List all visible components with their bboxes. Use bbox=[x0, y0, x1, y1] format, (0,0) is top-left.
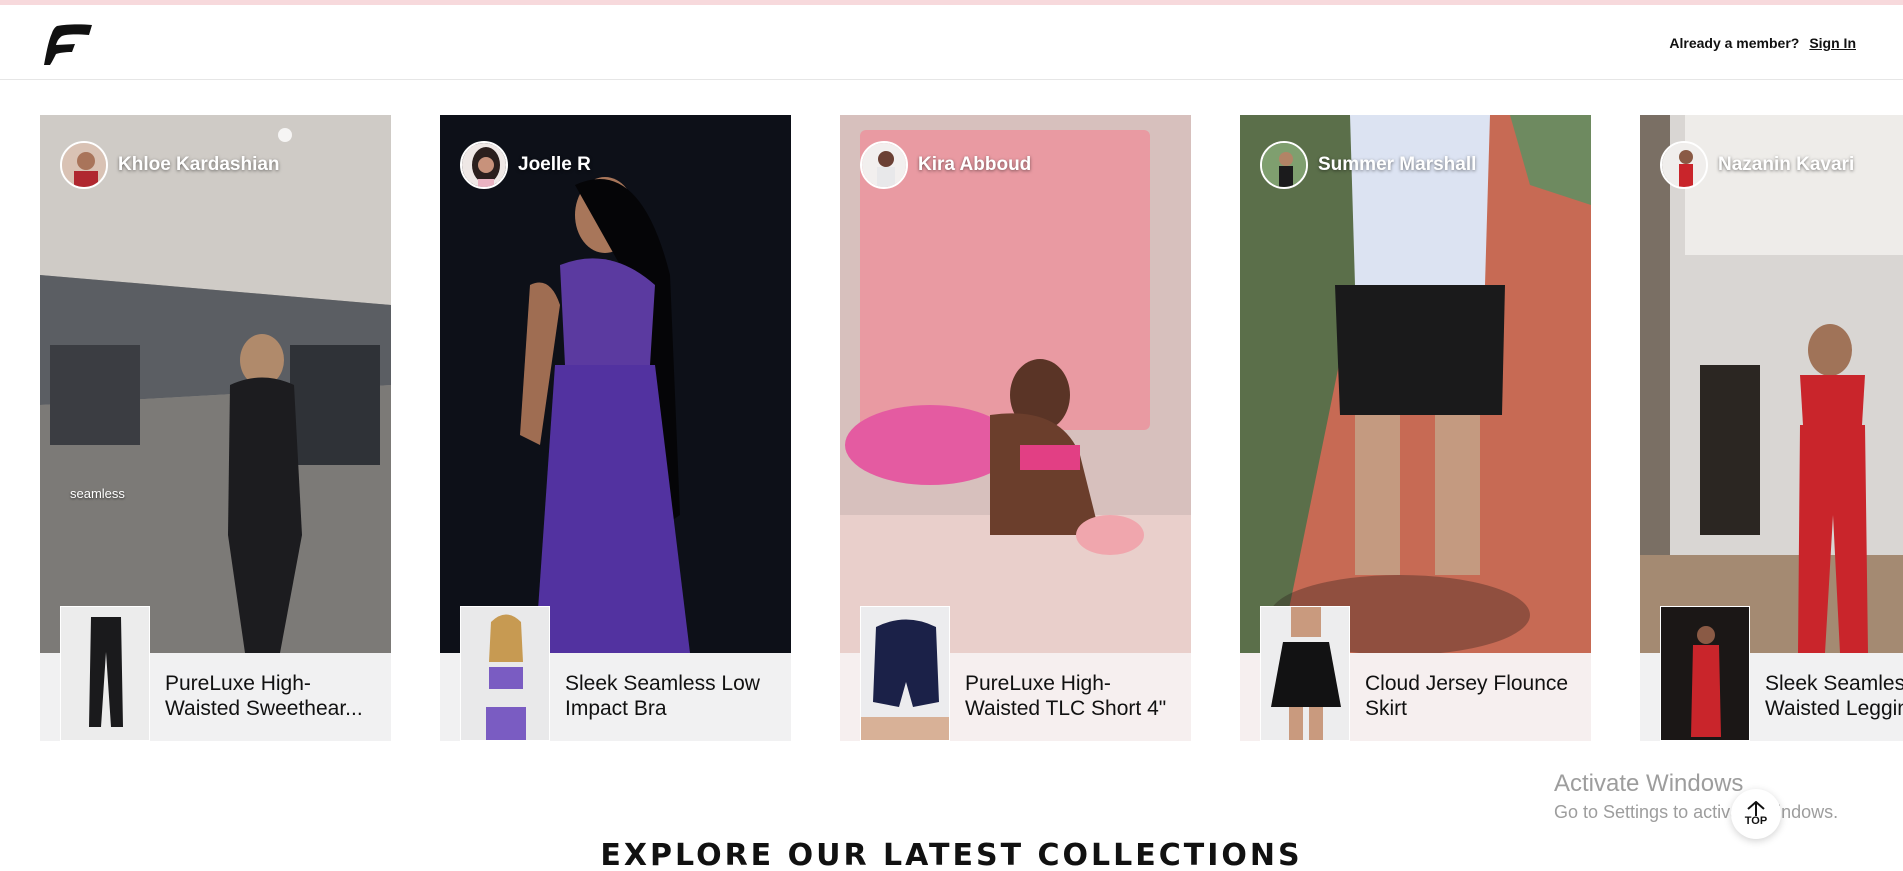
creator-info: Summer Marshall bbox=[1260, 141, 1476, 189]
product-thumbnail[interactable] bbox=[1260, 606, 1350, 741]
product-name[interactable]: PureLuxe High-Waisted TLC Short 4" bbox=[965, 671, 1180, 721]
product-thumbnail[interactable] bbox=[60, 606, 150, 741]
product-name[interactable]: Sleek Seamless High-Waisted Leggings bbox=[1765, 671, 1903, 721]
creator-card[interactable]: Kira Abboud PureLuxe High-Waisted TLC Sh… bbox=[840, 115, 1191, 741]
section-heading: EXPLORE OUR LATEST COLLECTIONS bbox=[600, 838, 1303, 871]
creator-info: Khloe Kardashian bbox=[60, 141, 280, 189]
creator-name: Kira Abboud bbox=[918, 154, 1032, 175]
video-thumbnail bbox=[840, 115, 1191, 653]
video-thumbnail bbox=[40, 115, 391, 653]
member-prompt: Already a member? bbox=[1669, 35, 1800, 51]
creator-name: Summer Marshall bbox=[1318, 154, 1477, 175]
creator-name: Joelle R bbox=[518, 154, 591, 175]
creator-card[interactable]: Joelle R Sleek Seamless Low Impact Bra bbox=[440, 115, 791, 741]
product-thumbnail[interactable] bbox=[1660, 606, 1750, 741]
back-to-top-button[interactable]: TOP bbox=[1731, 789, 1781, 839]
creator-name: Khloe Kardashian bbox=[118, 154, 280, 175]
overlay-caption: seamless bbox=[70, 486, 125, 501]
watermark-subtitle: Go to Settings to activate Windows. bbox=[1554, 802, 1839, 822]
creator-card[interactable]: Nazanin Kavari Sleek Seamless High-Waist… bbox=[1640, 115, 1903, 741]
video-thumbnail bbox=[1640, 115, 1903, 653]
member-sign-in-area: Already a member? Sign In bbox=[1669, 35, 1856, 51]
product-name[interactable]: PureLuxe High-Waisted Sweethear... bbox=[165, 671, 380, 721]
product-thumbnail[interactable] bbox=[860, 606, 950, 741]
product-thumbnail[interactable] bbox=[460, 606, 550, 741]
brand-logo-icon[interactable] bbox=[43, 22, 93, 66]
product-name[interactable]: Cloud Jersey Flounce Skirt bbox=[1365, 671, 1580, 721]
creator-card[interactable]: seamless Khloe Kardashian PureLuxe High-… bbox=[40, 115, 391, 741]
creator-info: Kira Abboud bbox=[860, 141, 1031, 189]
watermark-title: Activate Windows bbox=[1554, 770, 1744, 797]
creator-card[interactable]: Summer Marshall Cloud Jersey Flounce Ski… bbox=[1240, 115, 1591, 741]
video-thumbnail bbox=[1240, 115, 1591, 653]
creator-info: Joelle R bbox=[460, 141, 591, 189]
creator-avatar bbox=[60, 141, 108, 189]
site-header: Already a member? Sign In bbox=[0, 5, 1903, 80]
video-thumbnail bbox=[440, 115, 791, 653]
creator-info: Nazanin Kavari bbox=[1660, 141, 1854, 189]
product-name[interactable]: Sleek Seamless Low Impact Bra bbox=[565, 671, 780, 721]
creator-avatar bbox=[860, 141, 908, 189]
creator-name: Nazanin Kavari bbox=[1718, 154, 1855, 175]
back-to-top-label: TOP bbox=[1744, 815, 1768, 827]
creator-video-carousel[interactable]: seamless Khloe Kardashian PureLuxe High-… bbox=[0, 115, 1903, 741]
sign-in-link[interactable]: Sign In bbox=[1809, 35, 1856, 51]
creator-avatar bbox=[460, 141, 508, 189]
creator-avatar bbox=[1660, 141, 1708, 189]
creator-avatar bbox=[1260, 141, 1308, 189]
activate-windows-watermark: Activate Windows Go to Settings to activ… bbox=[1554, 770, 1838, 823]
